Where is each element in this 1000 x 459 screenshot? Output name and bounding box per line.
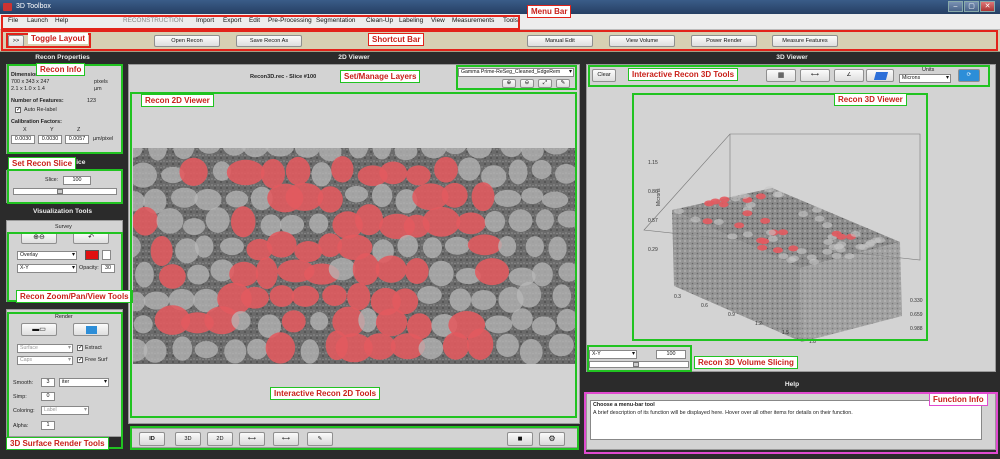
toggle-layout-annotation: Toggle Layout bbox=[28, 33, 89, 44]
tools-2d-annotation: Interactive Recon 2D Tools bbox=[270, 387, 381, 400]
render-tools-annotation: 3D Surface Render Tools bbox=[6, 437, 109, 450]
tools-3d-annotation: Interactive Recon 3D Tools bbox=[628, 68, 739, 81]
window-title: 3D Toolbox bbox=[16, 3, 51, 10]
set-layers-annotation: Set/Manage Layers bbox=[340, 70, 421, 83]
function-info-annotation: Function Info bbox=[929, 393, 988, 406]
app-logo-icon bbox=[3, 3, 12, 11]
shortcut-bar-annotation: Shortcut Bar bbox=[368, 33, 425, 46]
survey-label: Survey bbox=[55, 224, 72, 230]
help-header: Help bbox=[784, 381, 800, 388]
slice-header-fragment: Slice bbox=[70, 159, 86, 166]
volume-slicing-annotation: Recon 3D Volume Slicing bbox=[694, 356, 798, 369]
menu-bar-highlight bbox=[1, 15, 520, 30]
render-tools-highlight bbox=[7, 312, 123, 449]
set-slice-annotation: Set Recon Slice bbox=[8, 157, 77, 170]
minimize-button[interactable]: – bbox=[948, 1, 963, 12]
layers-highlight bbox=[456, 65, 577, 90]
close-button[interactable]: ✕ bbox=[980, 1, 995, 12]
title-bar: 3D Toolbox – ▢ ✕ bbox=[0, 0, 1000, 14]
recon-properties-header: Recon Properties bbox=[35, 54, 90, 61]
viewer-2d-highlight bbox=[130, 92, 577, 418]
tools-2d-highlight bbox=[130, 426, 579, 450]
maximize-button[interactable]: ▢ bbox=[964, 1, 979, 12]
viewer-2d-annotation: Recon 2D Viewer bbox=[141, 94, 214, 107]
viewer-3d-header: 3D Viewer bbox=[776, 54, 808, 61]
recon-info-highlight bbox=[7, 64, 123, 154]
shortcut-bar-highlight bbox=[1, 30, 998, 51]
volume-slicing-highlight bbox=[587, 345, 692, 372]
visualization-tools-header: Visualization Tools bbox=[32, 208, 93, 215]
viewer-3d-annotation: Recon 3D Viewer bbox=[834, 93, 907, 106]
viewer-3d-highlight bbox=[632, 93, 928, 341]
zoom-tools-annotation: Recon Zoom/Pan/View Tools bbox=[16, 290, 133, 303]
slice-caption: Recon3D.rec - Slice #100 bbox=[250, 74, 317, 80]
set-slice-highlight bbox=[7, 169, 123, 204]
menu-bar-annotation: Menu Bar bbox=[527, 5, 572, 18]
viewer-2d-header: 2D Viewer bbox=[338, 54, 370, 61]
recon-info-annotation: Recon Info bbox=[36, 63, 86, 76]
